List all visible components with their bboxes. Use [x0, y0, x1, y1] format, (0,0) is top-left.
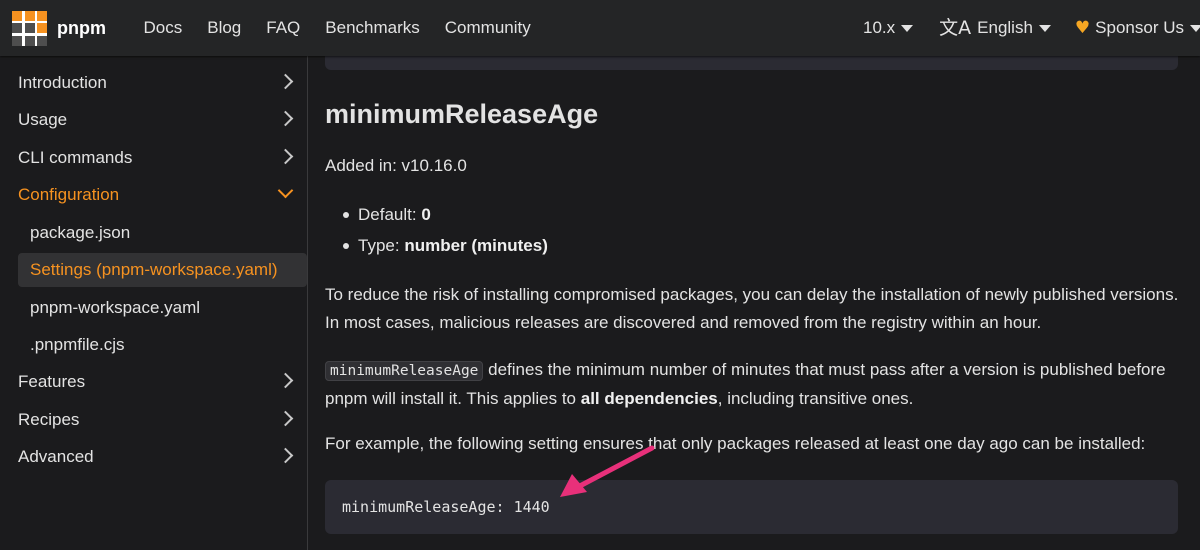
chevron-right-icon[interactable]	[277, 372, 294, 389]
type-label: Type:	[358, 236, 405, 255]
top-navbar: pnpm Docs Blog FAQ Benchmarks Community …	[0, 0, 1200, 56]
inline-code: minimumReleaseAge	[325, 361, 484, 381]
sidebar-item-label: Introduction	[18, 73, 107, 92]
sidebar-item-label: .pnpmfile.cjs	[30, 335, 125, 354]
sidebar-item-label: pnpm-workspace.yaml	[30, 298, 201, 317]
sidebar-item-label: Features	[18, 372, 86, 391]
sidebar-item-pnpmfile[interactable]: .pnpmfile.cjs	[0, 328, 307, 362]
default-label: Default:	[358, 205, 422, 224]
sidebar-item-recipes[interactable]: Recipes	[0, 403, 307, 437]
paragraph-example: For example, the following setting ensur…	[325, 434, 1146, 453]
chevron-right-icon[interactable]	[277, 110, 294, 127]
sidebar-item-pnpm-workspace-yaml[interactable]: pnpm-workspace.yaml	[0, 291, 307, 325]
nav-link-benchmarks[interactable]: Benchmarks	[313, 18, 432, 38]
sidebar-item-advanced[interactable]: Advanced	[0, 440, 307, 474]
type-value: number (minutes)	[404, 236, 548, 255]
sidebar-item-label: package.json	[30, 223, 131, 242]
chevron-down-icon[interactable]	[277, 182, 294, 199]
doc-content: minimumReleaseAge Added in: v10.16.0 Def…	[308, 46, 1200, 550]
property-list: Default: 0 Type: number (minutes)	[325, 199, 548, 261]
chevron-right-icon[interactable]	[277, 148, 294, 165]
sponsor-dropdown[interactable]: ♥ Sponsor Us	[1075, 18, 1200, 38]
sidebar-item-cli-commands[interactable]: CLI commands	[0, 141, 307, 175]
nav-link-blog[interactable]: Blog	[195, 18, 254, 38]
heart-icon: ♥	[1074, 18, 1091, 38]
sidebar-item-package-json[interactable]: package.json	[0, 216, 307, 250]
nav-link-docs[interactable]: Docs	[131, 18, 195, 38]
language-dropdown[interactable]: 文A English	[939, 18, 1051, 38]
nav-link-community[interactable]: Community	[432, 18, 543, 38]
language-label: English	[977, 18, 1033, 37]
list-item-type: Type: number (minutes)	[325, 230, 548, 261]
brand-link[interactable]: pnpm	[12, 10, 106, 46]
sidebar-item-label: Settings (pnpm-workspace.yaml)	[30, 260, 278, 279]
sidebar-item-features[interactable]: Features	[0, 365, 307, 399]
caret-down-icon	[1038, 24, 1051, 32]
version-dropdown[interactable]: 10.x	[863, 18, 914, 38]
version-label: 10.x	[863, 18, 896, 37]
chevron-right-icon[interactable]	[277, 73, 294, 90]
sidebar-item-introduction[interactable]: Introduction	[0, 66, 307, 100]
code-example: minimumReleaseAge: 1440	[325, 480, 1178, 534]
brand-name: pnpm	[57, 17, 106, 38]
sidebar-item-label: Configuration	[18, 185, 120, 204]
list-item-default: Default: 0	[325, 199, 548, 230]
chevron-right-icon[interactable]	[277, 447, 294, 464]
caret-down-icon	[901, 24, 914, 32]
sponsor-label: Sponsor Us	[1095, 18, 1184, 37]
sidebar-item-label: Advanced	[18, 447, 94, 466]
docs-sidebar: Introduction Usage CLI commands Configur…	[0, 56, 308, 550]
sidebar-item-label: CLI commands	[18, 148, 133, 167]
paragraph-definition: minimumReleaseAge defines the minimum nu…	[325, 356, 1185, 413]
nav-link-faq[interactable]: FAQ	[254, 18, 313, 38]
nav-right: 10.x 文A English ♥ Sponsor Us	[863, 18, 1200, 38]
paragraph-risk: To reduce the risk of installing comprom…	[325, 285, 1179, 332]
chevron-right-icon[interactable]	[277, 410, 294, 427]
default-value: 0	[421, 205, 431, 224]
bold-text: all dependencies	[580, 389, 718, 408]
caret-down-icon	[1190, 24, 1200, 32]
translate-icon: 文A	[939, 16, 972, 39]
sidebar-item-configuration[interactable]: Configuration	[0, 178, 307, 212]
sidebar-item-settings[interactable]: Settings (pnpm-workspace.yaml)	[18, 253, 307, 287]
section-heading: minimumReleaseAge	[325, 99, 599, 129]
sidebar-item-usage[interactable]: Usage	[0, 103, 307, 137]
sidebar-item-label: Usage	[18, 110, 68, 129]
sidebar-item-label: Recipes	[18, 410, 80, 429]
added-in-text: Added in: v10.16.0	[325, 156, 467, 175]
pnpm-logo	[12, 10, 47, 46]
nav-links: Docs Blog FAQ Benchmarks Community	[131, 18, 543, 38]
paragraph-text: , including transitive ones.	[717, 389, 914, 408]
